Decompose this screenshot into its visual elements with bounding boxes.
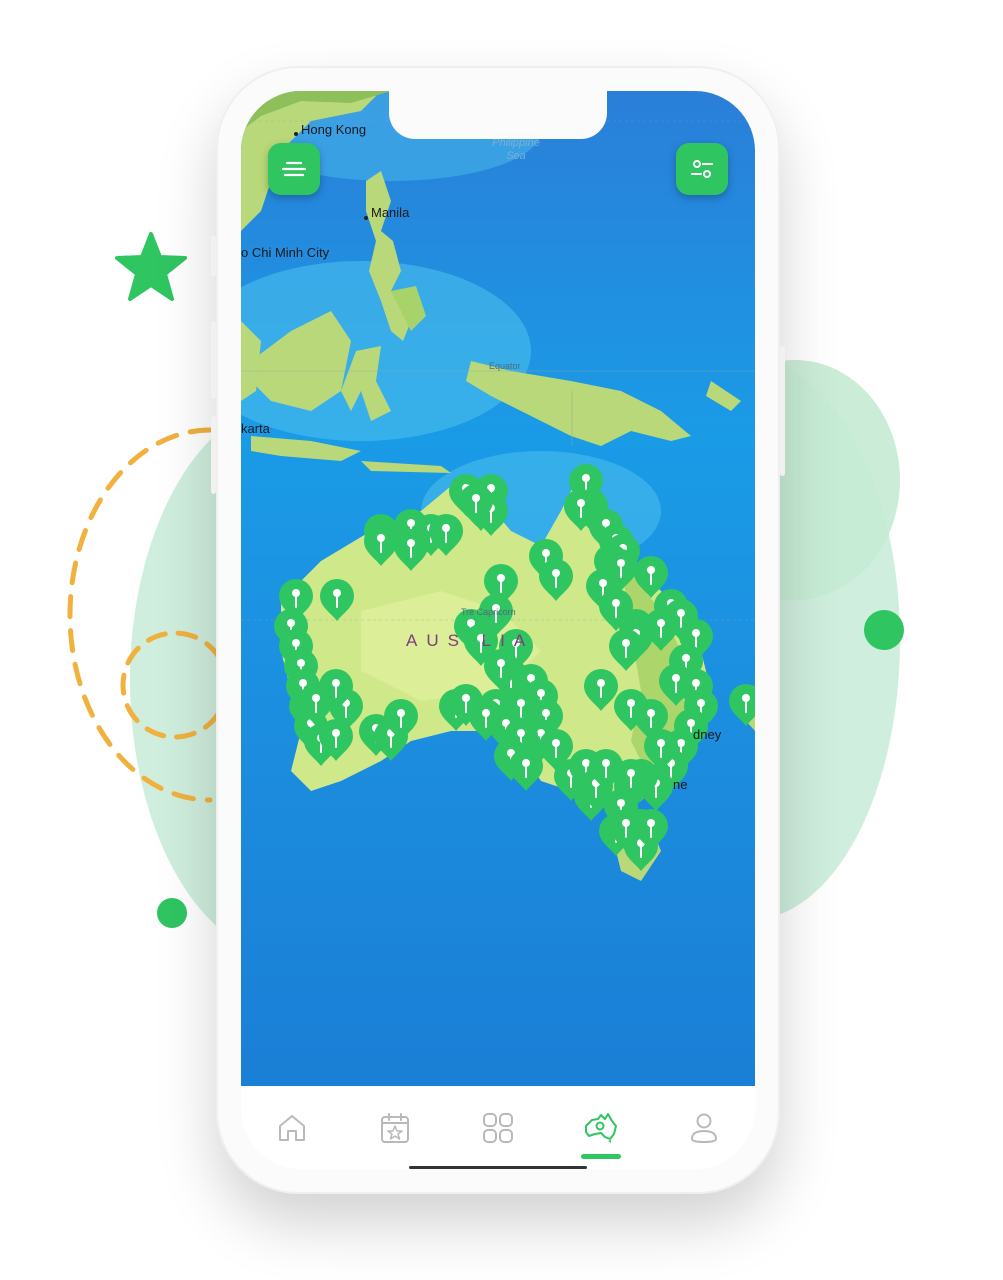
decor-star-icon [115, 232, 187, 301]
map-label-philippine-sea: Philippine Sea [492, 137, 540, 162]
user-icon [690, 1113, 717, 1143]
home-icon [279, 1114, 306, 1141]
phone-volume-down [211, 416, 216, 494]
phone-volume-up [211, 321, 216, 399]
map-label-australia: AUS LIA [406, 631, 535, 650]
home-indicator-bar [409, 1166, 587, 1169]
map-label-tropic: Tre Capricorn [461, 607, 516, 617]
calendar-star-icon [381, 1112, 410, 1143]
grid-icon [482, 1112, 513, 1143]
tab-profile[interactable] [652, 1086, 755, 1169]
tab-home[interactable] [241, 1086, 344, 1169]
screen: Hong Kong Manila o Chi Minh City karta d… [241, 91, 755, 1169]
filter-sliders-icon [691, 160, 713, 178]
filter-button[interactable] [676, 143, 728, 195]
map-label-hong-kong: Hong Kong [301, 122, 367, 137]
phone-frame: Hong Kong Manila o Chi Minh City karta d… [211, 66, 785, 1194]
phone-notch [389, 91, 607, 139]
map-label-melbourne: ne [673, 777, 688, 792]
menu-button[interactable] [268, 143, 320, 195]
map-label-sydney: dney [693, 727, 722, 742]
decor-dot-left [157, 898, 187, 928]
map-label-equator: Equator [489, 361, 521, 371]
phone-mute-switch [211, 236, 216, 276]
decor-dot-right [864, 610, 904, 650]
tab-categories[interactable] [447, 1086, 550, 1169]
map-label-ho-chi-minh: o Chi Minh City [241, 245, 330, 260]
active-tab-indicator [580, 1154, 621, 1159]
australia-map-icon [584, 1112, 617, 1143]
map-label-jakarta: karta [241, 421, 270, 436]
map-label-manila: Manila [371, 205, 410, 220]
bottom-tab-bar [241, 1086, 755, 1169]
tab-map[interactable] [549, 1086, 652, 1169]
menu-icon [281, 161, 307, 177]
map-view[interactable] [241, 91, 755, 1086]
phone-power-button [780, 346, 785, 476]
tab-events[interactable] [344, 1086, 447, 1169]
